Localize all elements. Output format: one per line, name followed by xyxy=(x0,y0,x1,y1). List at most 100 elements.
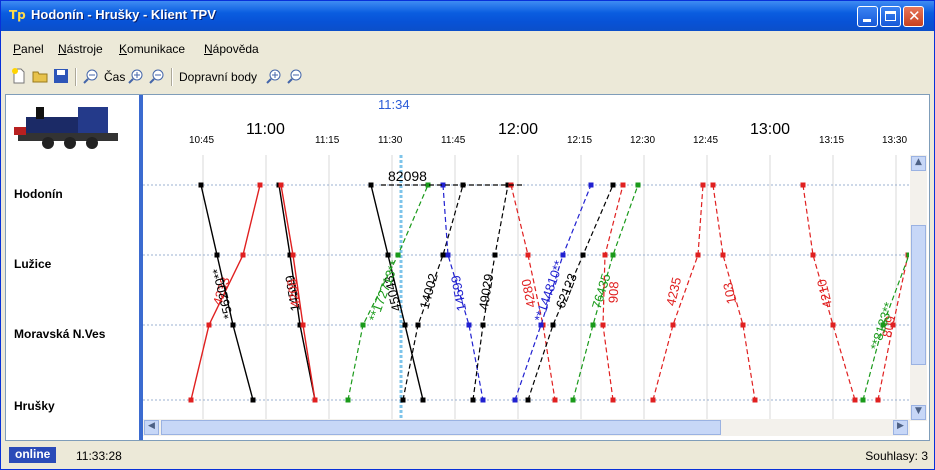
train-stop-marker xyxy=(810,252,816,258)
train-stop-marker xyxy=(480,397,486,403)
time-tick: 13:30 xyxy=(882,135,908,146)
train-stop-marker xyxy=(250,397,256,403)
train-stop-marker xyxy=(610,182,616,188)
points-zoom-out-icon[interactable] xyxy=(287,68,303,84)
time-zoom-out-icon[interactable] xyxy=(149,68,165,84)
menu-napoveda[interactable]: Nápověda xyxy=(204,42,259,56)
train-number-label: 4235 xyxy=(663,276,684,308)
points-zoom-in-icon[interactable] xyxy=(266,68,282,84)
train-stop-marker xyxy=(420,397,426,403)
train-stop-marker xyxy=(602,252,608,258)
minimize-button[interactable] xyxy=(857,6,878,27)
time-tick: 11:15 xyxy=(315,135,340,146)
current-time-label: 11:34 xyxy=(378,97,410,112)
maximize-button[interactable] xyxy=(880,6,901,27)
train-stop-marker xyxy=(400,397,406,403)
train-stop-marker xyxy=(550,322,556,328)
menu-panel[interactable]: Panel xyxy=(13,42,44,56)
train-stop-marker xyxy=(300,322,306,328)
train-stop-marker xyxy=(525,252,531,258)
train-stop-marker xyxy=(570,397,576,403)
title-bar[interactable]: Tp Hodonín - Hrušky - Klient TPV ✕ xyxy=(1,1,934,31)
train-stop-marker xyxy=(740,322,746,328)
time-tick: 12:15 xyxy=(567,135,593,146)
close-button[interactable]: ✕ xyxy=(903,6,924,27)
train-stop-marker xyxy=(445,252,451,258)
train-stop-marker xyxy=(710,182,716,188)
train-stop-marker xyxy=(278,182,284,188)
close-icon: ✕ xyxy=(908,7,921,25)
station-hrusky: Hrušky xyxy=(14,399,55,413)
time-tick: 12:30 xyxy=(630,135,656,146)
train-stop-marker xyxy=(752,397,758,403)
train-number-label: 103 xyxy=(720,281,739,305)
time-tick: 13:15 xyxy=(819,135,845,146)
train-graph[interactable]: 4233*56200** 145994208 45043**172713** 1400… xyxy=(143,155,909,421)
vertical-scroll-thumb[interactable] xyxy=(911,225,926,365)
train-number-label: 49029 xyxy=(476,273,497,311)
time-axis: 11:34 10:45 11:00 11:15 11:30 11:45 12:00 12:1… xyxy=(143,95,929,153)
train-stop-marker xyxy=(206,322,212,328)
time-tick: 12:00 xyxy=(498,121,539,138)
menu-nastroje[interactable]: Nástroje xyxy=(58,42,103,56)
scroll-left-button[interactable]: ◀ xyxy=(144,420,159,435)
menu-bar: Panel Nástroje Komunikace Nápověda xyxy=(1,39,934,59)
train-stop-marker xyxy=(552,397,558,403)
train-stop-marker xyxy=(257,182,263,188)
train-stop-marker xyxy=(800,182,806,188)
time-tick: 10:45 xyxy=(189,135,215,146)
time-zoom-in-icon[interactable] xyxy=(128,68,144,84)
train-stop-marker xyxy=(650,397,656,403)
horizontal-scroll-thumb[interactable] xyxy=(161,420,721,435)
train-stop-marker xyxy=(345,397,351,403)
train-stop-marker xyxy=(580,252,586,258)
train-stop-marker xyxy=(368,182,374,188)
train-stop-marker xyxy=(214,252,220,258)
station-hodonin: Hodonín xyxy=(14,187,63,201)
train-stop-marker xyxy=(610,397,616,403)
scroll-up-button[interactable]: ▲ xyxy=(911,156,926,171)
train-stop-marker xyxy=(600,322,606,328)
train-stop-marker xyxy=(906,252,909,258)
train-stop-marker xyxy=(830,322,836,328)
train-stop-marker xyxy=(360,322,366,328)
train-number-label: 4210 xyxy=(814,278,835,310)
train-stop-marker xyxy=(590,322,596,328)
train-stop-marker xyxy=(312,397,318,403)
train-stop-marker xyxy=(290,252,296,258)
train-number-label: 82098 xyxy=(388,168,427,184)
locomotive-image xyxy=(8,97,141,153)
scroll-right-button[interactable]: ▶ xyxy=(893,420,908,435)
minimize-icon xyxy=(863,19,871,22)
open-folder-icon[interactable] xyxy=(32,68,48,84)
graph-panel: Hodonín Lužice Moravská N.Ves Hrušky 11:… xyxy=(5,94,930,441)
train-stop-marker xyxy=(466,322,472,328)
station-luzice: Lužice xyxy=(14,257,52,271)
train-stop-marker xyxy=(720,252,726,258)
train-stop-marker xyxy=(588,182,594,188)
app-window: Tp Hodonín - Hrušky - Klient TPV ✕ Panel… xyxy=(0,0,935,470)
status-time: 11:33:28 xyxy=(76,449,122,463)
train-stop-marker xyxy=(635,182,641,188)
zoom-out-icon[interactable] xyxy=(83,68,99,84)
train-stop-marker xyxy=(480,322,486,328)
vertical-scrollbar[interactable]: ▲ ▼ xyxy=(910,155,927,421)
train-stop-marker xyxy=(188,397,194,403)
train-stop-marker xyxy=(525,397,531,403)
window-title: Hodonín - Hrušky - Klient TPV xyxy=(31,7,216,22)
train-stop-marker xyxy=(620,182,626,188)
train-stop-marker xyxy=(512,397,518,403)
station-moravska: Moravská N.Ves xyxy=(14,327,106,341)
save-icon[interactable] xyxy=(53,68,69,84)
scroll-down-button[interactable]: ▼ xyxy=(911,405,926,420)
online-badge: online xyxy=(9,447,57,463)
maximize-icon xyxy=(885,11,896,21)
train-stop-marker xyxy=(860,397,866,403)
new-file-icon[interactable] xyxy=(11,68,27,84)
train-number-label: 4208 xyxy=(284,278,303,309)
train-stop-marker xyxy=(470,397,476,403)
toolbar-separator xyxy=(171,68,173,86)
train-stop-marker xyxy=(395,252,401,258)
menu-komunikace[interactable]: Komunikace xyxy=(119,42,185,56)
horizontal-scrollbar[interactable]: ◀ ▶ xyxy=(143,419,910,436)
